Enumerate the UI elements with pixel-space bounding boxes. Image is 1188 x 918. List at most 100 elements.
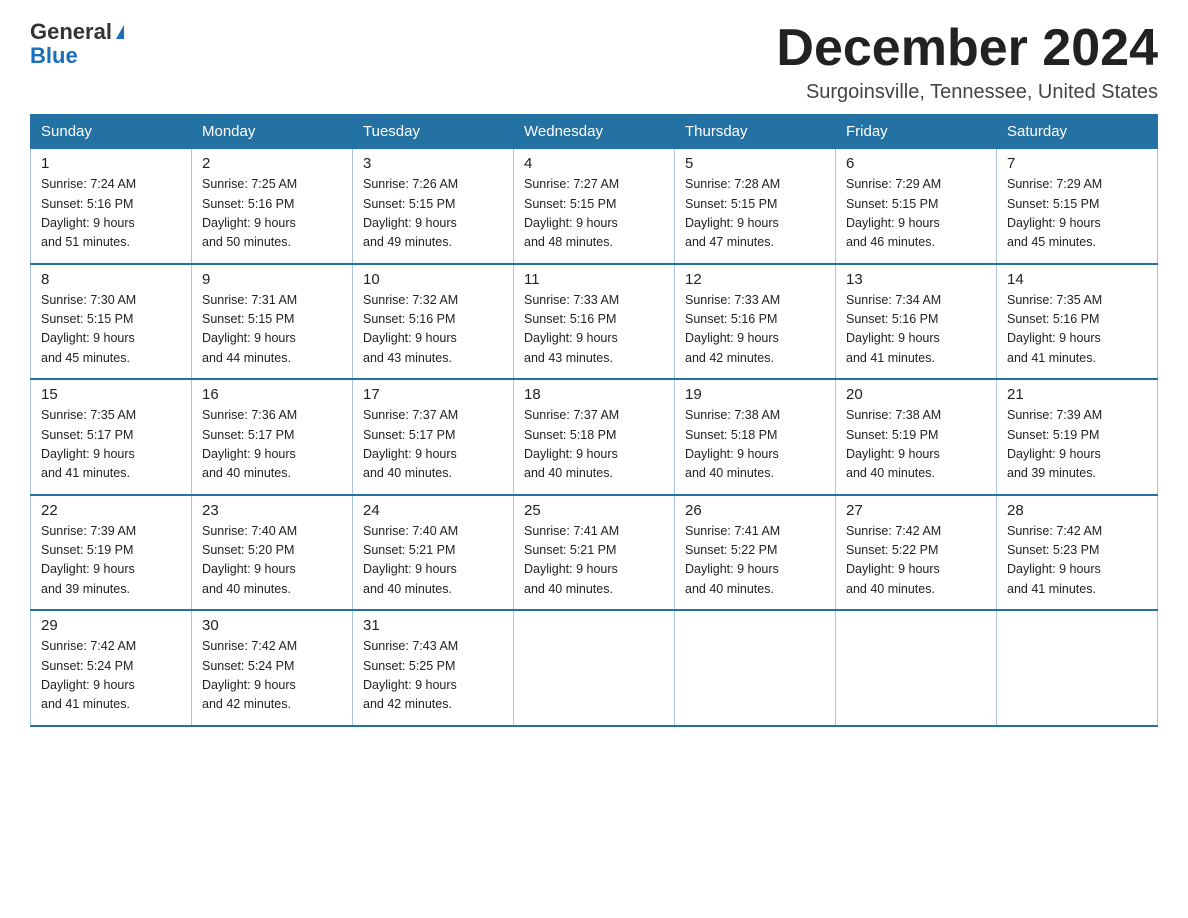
day-info: Sunrise: 7:27 AM Sunset: 5:15 PM Dayligh… — [524, 175, 664, 253]
calendar-week-row: 8 Sunrise: 7:30 AM Sunset: 5:15 PM Dayli… — [31, 264, 1158, 380]
calendar-cell — [997, 610, 1158, 726]
day-number: 31 — [363, 617, 503, 634]
day-info: Sunrise: 7:24 AM Sunset: 5:16 PM Dayligh… — [41, 175, 181, 253]
calendar-cell: 22 Sunrise: 7:39 AM Sunset: 5:19 PM Dayl… — [31, 495, 192, 611]
page-header: General Blue December 2024 Surgoinsville… — [30, 20, 1158, 104]
header-row: Sunday Monday Tuesday Wednesday Thursday… — [31, 115, 1158, 149]
logo-triangle-icon — [116, 25, 124, 39]
header-saturday: Saturday — [997, 115, 1158, 149]
day-number: 4 — [524, 155, 664, 172]
calendar-cell: 16 Sunrise: 7:36 AM Sunset: 5:17 PM Dayl… — [192, 379, 353, 495]
calendar-cell: 23 Sunrise: 7:40 AM Sunset: 5:20 PM Dayl… — [192, 495, 353, 611]
day-info: Sunrise: 7:37 AM Sunset: 5:17 PM Dayligh… — [363, 406, 503, 484]
day-number: 21 — [1007, 386, 1147, 403]
calendar-cell: 8 Sunrise: 7:30 AM Sunset: 5:15 PM Dayli… — [31, 264, 192, 380]
day-number: 19 — [685, 386, 825, 403]
calendar-cell: 2 Sunrise: 7:25 AM Sunset: 5:16 PM Dayli… — [192, 149, 353, 264]
logo: General Blue — [30, 20, 124, 68]
calendar-cell — [514, 610, 675, 726]
calendar-cell: 1 Sunrise: 7:24 AM Sunset: 5:16 PM Dayli… — [31, 149, 192, 264]
month-title: December 2024 — [776, 20, 1158, 77]
day-info: Sunrise: 7:38 AM Sunset: 5:19 PM Dayligh… — [846, 406, 986, 484]
day-number: 30 — [202, 617, 342, 634]
day-number: 28 — [1007, 502, 1147, 519]
day-info: Sunrise: 7:42 AM Sunset: 5:23 PM Dayligh… — [1007, 522, 1147, 600]
calendar-cell: 27 Sunrise: 7:42 AM Sunset: 5:22 PM Dayl… — [836, 495, 997, 611]
day-info: Sunrise: 7:31 AM Sunset: 5:15 PM Dayligh… — [202, 291, 342, 369]
header-monday: Monday — [192, 115, 353, 149]
day-number: 18 — [524, 386, 664, 403]
calendar-cell: 12 Sunrise: 7:33 AM Sunset: 5:16 PM Dayl… — [675, 264, 836, 380]
logo-general-text: General — [30, 20, 112, 44]
day-info: Sunrise: 7:41 AM Sunset: 5:21 PM Dayligh… — [524, 522, 664, 600]
day-number: 25 — [524, 502, 664, 519]
day-number: 10 — [363, 271, 503, 288]
day-number: 22 — [41, 502, 181, 519]
calendar-cell: 5 Sunrise: 7:28 AM Sunset: 5:15 PM Dayli… — [675, 149, 836, 264]
location-title: Surgoinsville, Tennessee, United States — [776, 81, 1158, 104]
title-block: December 2024 Surgoinsville, Tennessee, … — [776, 20, 1158, 104]
day-info: Sunrise: 7:30 AM Sunset: 5:15 PM Dayligh… — [41, 291, 181, 369]
day-number: 20 — [846, 386, 986, 403]
day-number: 1 — [41, 155, 181, 172]
day-info: Sunrise: 7:42 AM Sunset: 5:24 PM Dayligh… — [41, 637, 181, 715]
header-sunday: Sunday — [31, 115, 192, 149]
calendar-week-row: 22 Sunrise: 7:39 AM Sunset: 5:19 PM Dayl… — [31, 495, 1158, 611]
day-number: 15 — [41, 386, 181, 403]
day-number: 24 — [363, 502, 503, 519]
calendar-week-row: 1 Sunrise: 7:24 AM Sunset: 5:16 PM Dayli… — [31, 149, 1158, 264]
day-number: 23 — [202, 502, 342, 519]
calendar-cell: 30 Sunrise: 7:42 AM Sunset: 5:24 PM Dayl… — [192, 610, 353, 726]
day-info: Sunrise: 7:25 AM Sunset: 5:16 PM Dayligh… — [202, 175, 342, 253]
day-info: Sunrise: 7:33 AM Sunset: 5:16 PM Dayligh… — [685, 291, 825, 369]
day-info: Sunrise: 7:26 AM Sunset: 5:15 PM Dayligh… — [363, 175, 503, 253]
day-info: Sunrise: 7:39 AM Sunset: 5:19 PM Dayligh… — [41, 522, 181, 600]
calendar-cell: 18 Sunrise: 7:37 AM Sunset: 5:18 PM Dayl… — [514, 379, 675, 495]
day-info: Sunrise: 7:33 AM Sunset: 5:16 PM Dayligh… — [524, 291, 664, 369]
day-number: 6 — [846, 155, 986, 172]
logo-blue-text: Blue — [30, 44, 124, 68]
calendar-week-row: 29 Sunrise: 7:42 AM Sunset: 5:24 PM Dayl… — [31, 610, 1158, 726]
day-info: Sunrise: 7:42 AM Sunset: 5:24 PM Dayligh… — [202, 637, 342, 715]
day-number: 5 — [685, 155, 825, 172]
day-number: 12 — [685, 271, 825, 288]
calendar-cell: 6 Sunrise: 7:29 AM Sunset: 5:15 PM Dayli… — [836, 149, 997, 264]
calendar-cell: 25 Sunrise: 7:41 AM Sunset: 5:21 PM Dayl… — [514, 495, 675, 611]
day-info: Sunrise: 7:35 AM Sunset: 5:17 PM Dayligh… — [41, 406, 181, 484]
day-number: 16 — [202, 386, 342, 403]
calendar-cell: 14 Sunrise: 7:35 AM Sunset: 5:16 PM Dayl… — [997, 264, 1158, 380]
calendar-cell: 31 Sunrise: 7:43 AM Sunset: 5:25 PM Dayl… — [353, 610, 514, 726]
day-info: Sunrise: 7:32 AM Sunset: 5:16 PM Dayligh… — [363, 291, 503, 369]
day-info: Sunrise: 7:42 AM Sunset: 5:22 PM Dayligh… — [846, 522, 986, 600]
day-number: 11 — [524, 271, 664, 288]
calendar-cell: 19 Sunrise: 7:38 AM Sunset: 5:18 PM Dayl… — [675, 379, 836, 495]
day-number: 14 — [1007, 271, 1147, 288]
calendar-cell: 3 Sunrise: 7:26 AM Sunset: 5:15 PM Dayli… — [353, 149, 514, 264]
day-info: Sunrise: 7:41 AM Sunset: 5:22 PM Dayligh… — [685, 522, 825, 600]
calendar-header: Sunday Monday Tuesday Wednesday Thursday… — [31, 115, 1158, 149]
day-number: 7 — [1007, 155, 1147, 172]
day-number: 17 — [363, 386, 503, 403]
day-number: 27 — [846, 502, 986, 519]
calendar-cell: 13 Sunrise: 7:34 AM Sunset: 5:16 PM Dayl… — [836, 264, 997, 380]
day-info: Sunrise: 7:43 AM Sunset: 5:25 PM Dayligh… — [363, 637, 503, 715]
day-info: Sunrise: 7:36 AM Sunset: 5:17 PM Dayligh… — [202, 406, 342, 484]
day-number: 9 — [202, 271, 342, 288]
calendar-cell: 24 Sunrise: 7:40 AM Sunset: 5:21 PM Dayl… — [353, 495, 514, 611]
day-info: Sunrise: 7:39 AM Sunset: 5:19 PM Dayligh… — [1007, 406, 1147, 484]
day-info: Sunrise: 7:35 AM Sunset: 5:16 PM Dayligh… — [1007, 291, 1147, 369]
day-info: Sunrise: 7:37 AM Sunset: 5:18 PM Dayligh… — [524, 406, 664, 484]
day-info: Sunrise: 7:29 AM Sunset: 5:15 PM Dayligh… — [846, 175, 986, 253]
calendar-cell: 9 Sunrise: 7:31 AM Sunset: 5:15 PM Dayli… — [192, 264, 353, 380]
calendar-cell: 17 Sunrise: 7:37 AM Sunset: 5:17 PM Dayl… — [353, 379, 514, 495]
calendar-cell: 10 Sunrise: 7:32 AM Sunset: 5:16 PM Dayl… — [353, 264, 514, 380]
day-number: 26 — [685, 502, 825, 519]
day-info: Sunrise: 7:40 AM Sunset: 5:21 PM Dayligh… — [363, 522, 503, 600]
calendar-week-row: 15 Sunrise: 7:35 AM Sunset: 5:17 PM Dayl… — [31, 379, 1158, 495]
header-thursday: Thursday — [675, 115, 836, 149]
day-info: Sunrise: 7:40 AM Sunset: 5:20 PM Dayligh… — [202, 522, 342, 600]
day-number: 8 — [41, 271, 181, 288]
calendar-cell — [836, 610, 997, 726]
day-info: Sunrise: 7:29 AM Sunset: 5:15 PM Dayligh… — [1007, 175, 1147, 253]
calendar-cell: 21 Sunrise: 7:39 AM Sunset: 5:19 PM Dayl… — [997, 379, 1158, 495]
